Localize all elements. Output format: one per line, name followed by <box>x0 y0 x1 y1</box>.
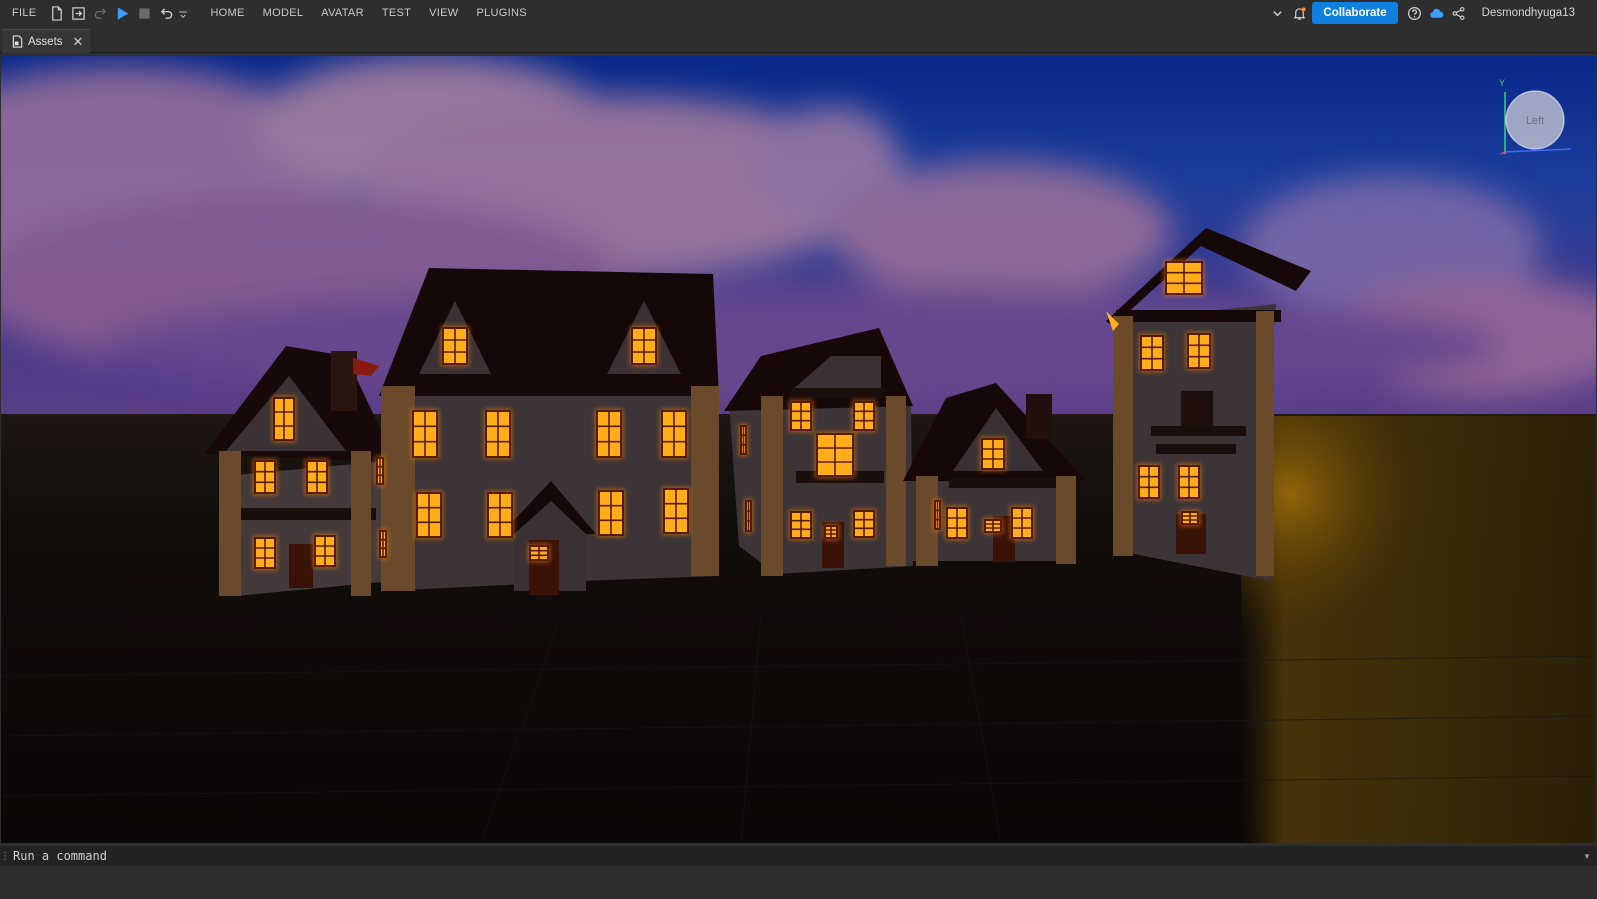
share-icon[interactable] <box>1448 2 1470 24</box>
menu-tab-view[interactable]: VIEW <box>420 7 467 19</box>
view-cube-face-label: Left <box>1526 115 1544 127</box>
scene-render[interactable]: Left Y <box>1 56 1596 843</box>
cloud-icon[interactable] <box>1426 2 1448 24</box>
new-file-icon[interactable] <box>45 2 67 24</box>
command-input[interactable] <box>10 849 1577 863</box>
menu-tab-test[interactable]: TEST <box>373 7 420 19</box>
document-icon <box>12 35 23 48</box>
close-icon[interactable]: ✕ <box>73 34 84 50</box>
menu-tab-home[interactable]: HOME <box>201 7 253 19</box>
tab-assets[interactable]: Assets ✕ <box>2 29 90 53</box>
chevron-down-icon[interactable]: ▼ <box>1577 852 1597 861</box>
3d-viewport[interactable]: Left Y <box>1 56 1596 843</box>
document-tab-strip: Assets ✕ <box>0 29 1597 53</box>
chevron-down-icon[interactable] <box>1266 2 1288 24</box>
drag-handle-icon[interactable]: ⋮ <box>0 851 10 862</box>
customize-icon[interactable] <box>177 2 189 24</box>
undo-icon[interactable] <box>155 2 177 24</box>
menu-tab-plugins[interactable]: PLUGINS <box>467 7 535 19</box>
status-bar <box>0 866 1597 899</box>
username-label[interactable]: Desmondhyuga13 <box>1470 7 1597 19</box>
redo-icon[interactable] <box>89 2 111 24</box>
notification-bell-icon[interactable] <box>1288 2 1310 24</box>
menu-bar: FILE HOME MODEL AVATAR TEST VIEW PLUGINS Coll… <box>0 0 1597 26</box>
publish-icon[interactable] <box>67 2 89 24</box>
menu-tab-avatar[interactable]: AVATAR <box>312 7 373 19</box>
play-icon[interactable] <box>111 2 133 24</box>
command-bar: ⋮ ▼ <box>0 846 1597 866</box>
help-icon[interactable] <box>1404 2 1426 24</box>
y-axis-label: Y <box>1499 78 1505 88</box>
tab-label: Assets <box>28 35 63 48</box>
collaborate-button[interactable]: Collaborate <box>1312 2 1398 24</box>
menu-tab-model[interactable]: MODEL <box>254 7 313 19</box>
stop-icon[interactable] <box>133 2 155 24</box>
menu-file[interactable]: FILE <box>0 7 45 19</box>
